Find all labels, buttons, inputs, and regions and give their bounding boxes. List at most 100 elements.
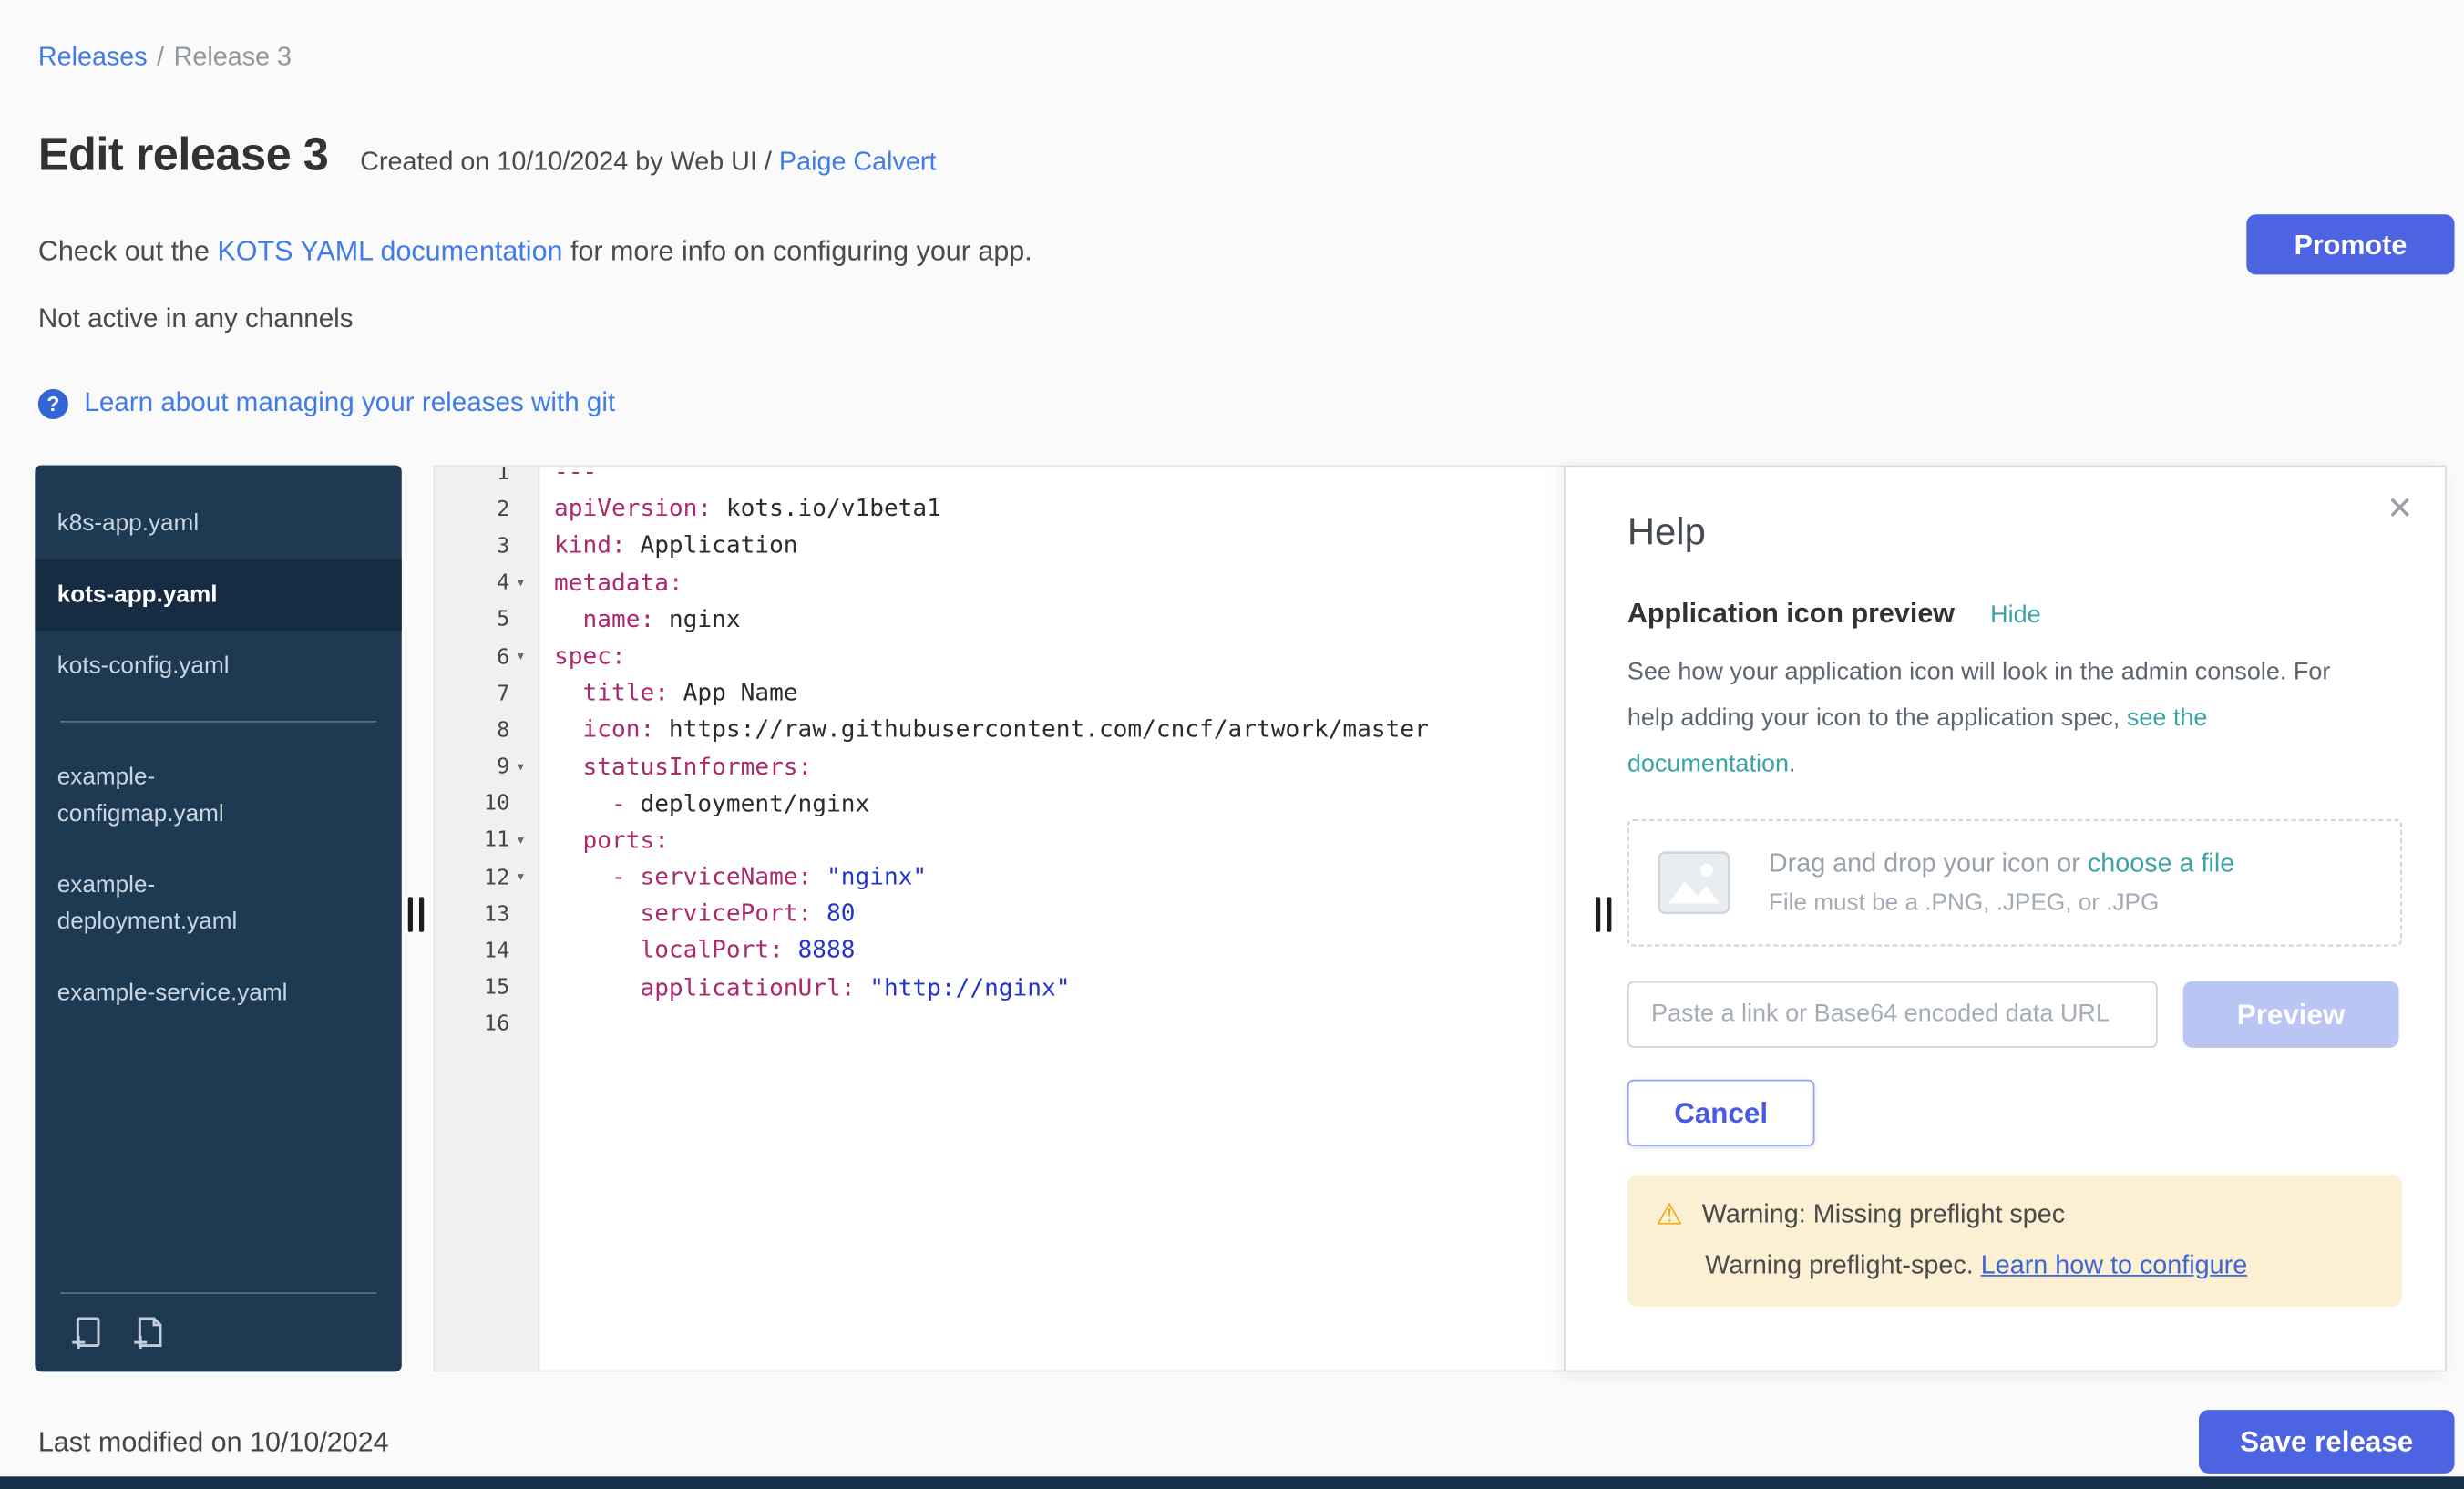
code-line: apiVersion: kots.io/v1beta1: [554, 491, 1564, 528]
description-text-pre: See how your application icon will look …: [1627, 659, 2331, 732]
code-line: kind: Application: [554, 528, 1564, 564]
line-number: 12▾: [435, 859, 538, 896]
file-sidebar: k8s-app.yamlkots-app.yamlkots-config.yam…: [35, 465, 401, 1371]
warning-icon: ⚠: [1656, 1197, 1683, 1234]
code-line: ---: [554, 465, 1564, 490]
doc-row: Check out the KOTS YAML documentation fo…: [38, 235, 1032, 269]
promote-button[interactable]: Promote: [2246, 214, 2454, 274]
sidebar-footer-divider: [60, 1292, 376, 1294]
breadcrumb: Releases / Release 3: [38, 43, 292, 73]
save-release-button[interactable]: Save release: [2199, 1410, 2455, 1474]
sidebar-footer: [35, 1292, 401, 1371]
line-number: 8: [435, 712, 538, 748]
code-line: applicationUrl: "http://nginx": [554, 970, 1564, 1006]
doc-text-pre: Check out the: [38, 235, 218, 267]
choose-file-link[interactable]: choose a file: [2088, 849, 2234, 878]
fold-caret-icon[interactable]: ▾: [509, 648, 531, 665]
warning-detail-text: Warning preflight-spec.: [1705, 1251, 1981, 1279]
learn-how-to-configure-link[interactable]: Learn how to configure: [1981, 1251, 2247, 1279]
sidebar-file-example-configmap.yaml[interactable]: example-configmap.yaml: [35, 742, 401, 849]
created-text: Created on 10/10/2024 by Web UI /: [360, 148, 772, 176]
cancel-button[interactable]: Cancel: [1627, 1080, 1815, 1146]
line-number: 7: [435, 675, 538, 712]
line-number: 2: [435, 491, 538, 528]
icon-preview-description: See how your application icon will look …: [1627, 650, 2350, 788]
help-panel-resize-handle[interactable]: [1596, 897, 1611, 931]
fold-caret-icon[interactable]: ▾: [509, 758, 531, 775]
sidebar-file-kots-app.yaml[interactable]: kots-app.yaml: [35, 559, 401, 630]
code-line: servicePort: 80: [554, 896, 1564, 932]
sidebar-resize-handle[interactable]: [408, 897, 424, 931]
line-number: 3: [435, 528, 538, 564]
breadcrumb-releases-link[interactable]: Releases: [38, 43, 148, 71]
code-line: spec:: [554, 638, 1564, 674]
code-line: statusInformers:: [554, 748, 1564, 785]
icon-preview-title: Application icon preview: [1627, 597, 1955, 629]
line-number: 6▾: [435, 638, 538, 674]
sidebar-file-k8s-app.yaml[interactable]: k8s-app.yaml: [35, 488, 401, 559]
code-line: - serviceName: "nginx": [554, 859, 1564, 896]
doc-text-post: for more info on configuring your app.: [562, 235, 1032, 267]
created-info: Created on 10/10/2024 by Web UI / Paige …: [360, 148, 936, 178]
line-number: 5: [435, 601, 538, 638]
dropzone-text-pre: Drag and drop your icon or: [1769, 849, 2088, 878]
bottom-strip: [0, 1476, 2464, 1489]
line-number: 14: [435, 932, 538, 969]
help-panel-title: Help: [1627, 511, 2400, 556]
new-file-from-template-icon[interactable]: [128, 1313, 169, 1353]
editor-code-area[interactable]: ---apiVersion: kots.io/v1beta1kind: Appl…: [539, 465, 1564, 1371]
git-help-row: ? Learn about managing your releases wit…: [38, 387, 615, 419]
line-number: 10: [435, 786, 538, 822]
author-link[interactable]: Paige Calvert: [779, 148, 937, 176]
code-line: metadata:: [554, 564, 1564, 601]
code-line: name: nginx: [554, 601, 1564, 638]
add-file-icon[interactable]: [67, 1313, 107, 1353]
icon-dropzone[interactable]: Drag and drop your icon or choose a file…: [1627, 819, 2402, 946]
warning-title: Warning: Missing preflight spec: [1702, 1200, 2065, 1230]
last-modified-text: Last modified on 10/10/2024: [38, 1426, 389, 1460]
sidebar-file-kots-config.yaml[interactable]: kots-config.yaml: [35, 631, 401, 702]
breadcrumb-separator: /: [157, 43, 164, 71]
code-line: [554, 1006, 1564, 1042]
close-icon[interactable]: ✕: [2387, 489, 2413, 529]
icon-preview-header: Application icon preview Hide: [1627, 597, 2400, 631]
title-row: Edit release 3 Created on 10/10/2024 by …: [38, 130, 937, 182]
yaml-editor[interactable]: 1234▾56▾789▾1011▾12▾13141516 ---apiVersi…: [434, 465, 1564, 1371]
warning-box: ⚠ Warning: Missing preflight spec Warnin…: [1627, 1175, 2402, 1307]
code-line: icon: https://raw.githubusercontent.com/…: [554, 712, 1564, 748]
fold-caret-icon[interactable]: ▾: [509, 832, 531, 849]
warning-detail: Warning preflight-spec. Learn how to con…: [1705, 1251, 2373, 1281]
line-number: 15: [435, 970, 538, 1006]
line-number: 13: [435, 896, 538, 932]
fold-caret-icon[interactable]: ▾: [509, 574, 531, 591]
line-number: 1: [435, 465, 538, 490]
line-number: 16: [435, 1006, 538, 1042]
editor-gutter: 1234▾56▾789▾1011▾12▾13141516: [435, 465, 539, 1371]
sidebar-file-example-deployment.yaml[interactable]: example-deployment.yaml: [35, 849, 401, 957]
image-placeholder-icon: [1658, 851, 1730, 915]
file-group-bottom: example-configmap.yamlexample-deployment…: [35, 742, 401, 1029]
page-title: Edit release 3: [38, 130, 329, 182]
page: Releases / Release 3 Edit release 3 Create…: [0, 0, 2464, 1489]
description-text-post: .: [1789, 751, 1796, 778]
file-group-top: k8s-app.yamlkots-app.yamlkots-config.yam…: [35, 488, 401, 702]
git-help-link[interactable]: Learn about managing your releases with …: [84, 387, 615, 419]
line-number: 9▾: [435, 748, 538, 785]
sidebar-file-example-service.yaml[interactable]: example-service.yaml: [35, 958, 401, 1029]
file-group-divider: [60, 721, 376, 723]
fold-caret-icon[interactable]: ▾: [509, 868, 531, 886]
line-number: 11▾: [435, 822, 538, 858]
preview-button[interactable]: Preview: [2183, 981, 2399, 1048]
channel-status: Not active in any channels: [38, 303, 354, 335]
line-number: 4▾: [435, 564, 538, 601]
breadcrumb-current: Release 3: [174, 43, 292, 71]
dropzone-text: Drag and drop your icon or choose a file: [1769, 849, 2234, 879]
icon-url-input[interactable]: [1627, 981, 2158, 1048]
hide-link[interactable]: Hide: [1990, 601, 2041, 629]
code-line: title: App Name: [554, 675, 1564, 712]
kots-yaml-docs-link[interactable]: KOTS YAML documentation: [217, 235, 562, 267]
dropzone-file-types: File must be a .PNG, .JPEG, or .JPG: [1769, 889, 2234, 917]
code-line: localPort: 8888: [554, 932, 1564, 969]
help-question-icon: ?: [38, 388, 68, 418]
help-panel: ✕ Help Application icon preview Hide See…: [1564, 465, 2447, 1371]
